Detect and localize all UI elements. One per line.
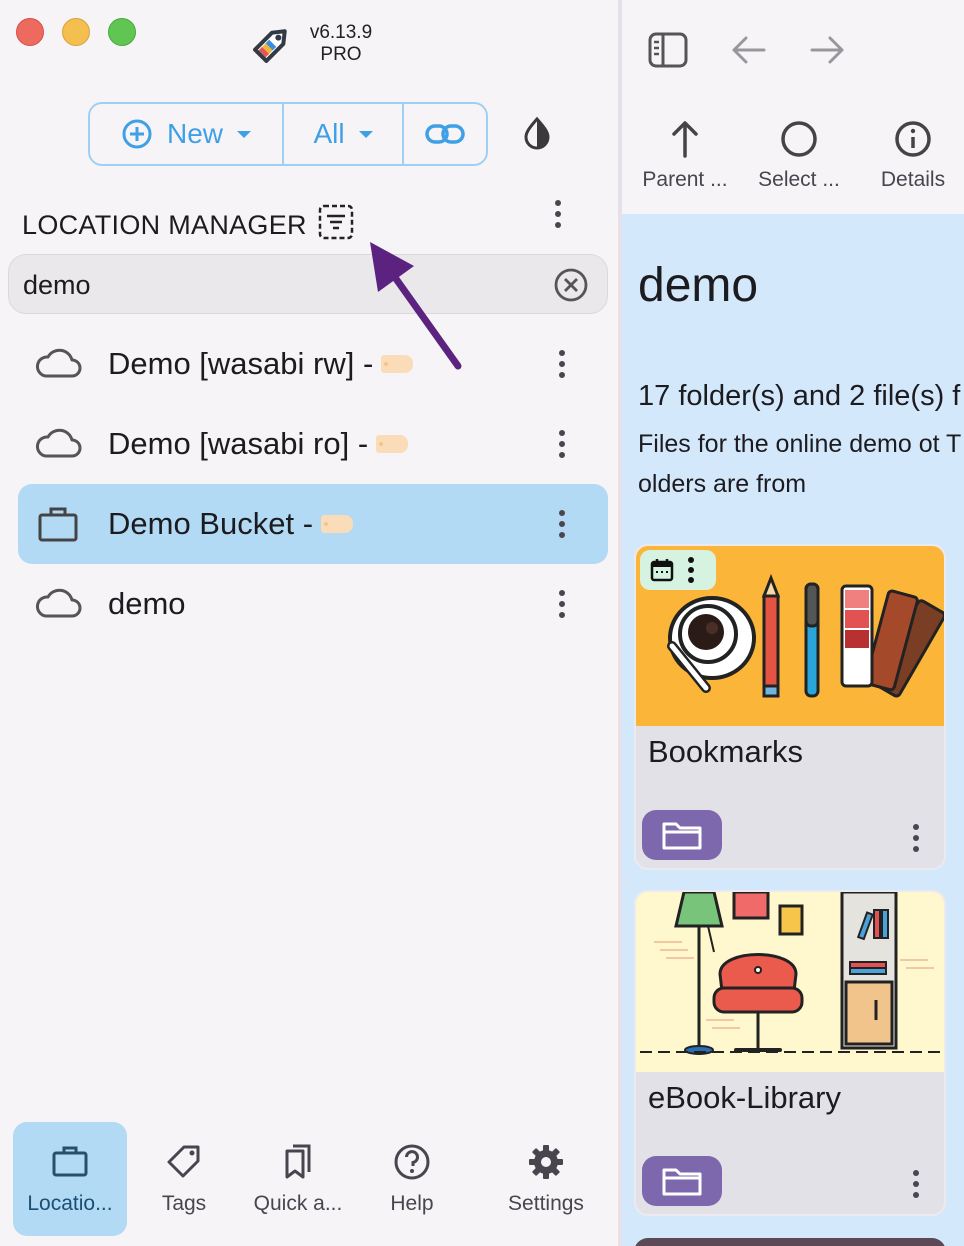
location-item-demo-wasabi-rw[interactable]: Demo [wasabi rw] - — [18, 324, 608, 404]
tag-icon — [376, 435, 409, 453]
nav-tags[interactable]: Tags — [134, 1122, 234, 1236]
gear-icon — [529, 1145, 563, 1179]
card-menu-button[interactable] — [904, 820, 928, 856]
ebook-library-thumbnail — [636, 892, 944, 1072]
location-label: Demo Bucket - — [108, 506, 354, 542]
bottom-navigation: Locatio... Tags Quick a... Help Settings — [0, 1118, 618, 1246]
parent-folder-button[interactable]: Parent ... — [630, 118, 740, 192]
calendar-icon — [650, 559, 674, 582]
clear-search-icon[interactable] — [553, 267, 589, 303]
location-item-demo-wasabi-ro[interactable]: Demo [wasabi ro] - — [18, 404, 608, 484]
folder-icon — [662, 1168, 702, 1196]
all-filter-button[interactable]: All — [282, 104, 402, 164]
open-folder-button[interactable] — [642, 1156, 722, 1206]
nav-label: Quick a... — [253, 1192, 343, 1215]
nav-label: Settings — [508, 1192, 584, 1215]
nav-help[interactable]: Help — [362, 1122, 462, 1236]
cloud-icon — [36, 348, 82, 378]
folder-title: demo — [638, 259, 759, 312]
tag-icon — [321, 515, 354, 533]
cloud-icon — [36, 588, 82, 618]
folder-card-bookmarks[interactable]: Bookmarks — [634, 544, 946, 870]
edition-label: PRO — [320, 44, 362, 65]
window-zoom-button[interactable] — [108, 18, 136, 46]
cloud-icon — [36, 428, 82, 458]
nav-settings[interactable]: Settings — [490, 1122, 602, 1236]
location-name: demo — [108, 586, 186, 621]
location-label: demo — [108, 586, 186, 622]
location-name: Demo [wasabi ro] - — [108, 426, 369, 461]
window-close-button[interactable] — [16, 18, 44, 46]
info-icon — [895, 121, 931, 157]
location-menu-button[interactable] — [550, 346, 574, 382]
new-button-label: New — [166, 118, 223, 149]
location-item-demo[interactable]: demo — [18, 564, 608, 644]
location-manager-panel: v6.13.9 PRO New All LOCATION MANAGER dem… — [0, 0, 618, 1246]
filter-icon[interactable] — [318, 204, 354, 240]
card-badge[interactable] — [640, 550, 716, 590]
sidebar-toggle-icon[interactable] — [646, 28, 690, 72]
chevron-down-icon — [237, 130, 251, 138]
new-button[interactable]: New — [90, 104, 282, 164]
folder-view-panel: Parent ... Select ... Details demo 17 fo… — [622, 0, 964, 1246]
bookmarks-icon — [285, 1144, 311, 1179]
location-menu-button[interactable] — [550, 506, 574, 542]
window-minimize-button[interactable] — [62, 18, 90, 46]
details-button[interactable]: Details — [858, 118, 964, 192]
circle-icon — [781, 121, 817, 157]
forward-arrow-icon[interactable] — [806, 28, 850, 72]
action-label: Parent ... — [642, 168, 728, 191]
folder-icon — [662, 822, 702, 850]
theme-toggle-icon[interactable] — [520, 116, 554, 150]
folder-card-partial[interactable] — [634, 1238, 946, 1246]
main-toolbar: New All — [88, 102, 488, 166]
app-version: v6.13.9 PRO — [300, 22, 382, 66]
all-filter-label: All — [313, 118, 345, 149]
briefcase-icon — [38, 507, 78, 542]
version-number: v6.13.9 — [309, 22, 373, 43]
nav-label: Locatio... — [27, 1192, 113, 1215]
location-search — [8, 254, 608, 314]
folder-stats: 17 folder(s) and 2 file(s) f — [638, 380, 961, 412]
card-badge-menu-icon — [686, 557, 696, 583]
location-manager-menu-button[interactable] — [546, 196, 570, 232]
link-icon — [425, 124, 465, 144]
nav-locations[interactable]: Locatio... — [13, 1122, 127, 1236]
open-link-button[interactable] — [402, 104, 486, 164]
back-arrow-icon[interactable] — [726, 28, 770, 72]
location-menu-button[interactable] — [550, 586, 574, 622]
help-icon — [394, 1144, 430, 1180]
action-label: Select ... — [758, 168, 840, 191]
folder-description: Files for the online demo ot T olders ar… — [638, 424, 964, 504]
card-name: eBook-Library — [648, 1080, 841, 1115]
location-manager-title: LOCATION MANAGER — [22, 210, 307, 240]
select-button[interactable]: Select ... — [744, 118, 854, 192]
folder-card-ebook-library[interactable]: eBook-Library — [634, 890, 946, 1216]
folder-description-line: olders are from — [638, 470, 807, 498]
add-circle-icon — [122, 119, 152, 149]
app-logo-icon — [253, 29, 287, 63]
nav-label: Tags — [161, 1192, 207, 1215]
card-menu-button[interactable] — [904, 1166, 928, 1202]
arrow-up-icon — [672, 121, 698, 158]
tag-icon — [167, 1145, 200, 1178]
nav-quick-access[interactable]: Quick a... — [240, 1122, 356, 1236]
location-name: Demo [wasabi rw] - — [108, 346, 374, 381]
location-item-demo-bucket[interactable]: Demo Bucket - — [18, 484, 608, 564]
location-label: Demo [wasabi ro] - — [108, 426, 409, 462]
action-label: Details — [880, 168, 946, 191]
card-name: Bookmarks — [648, 734, 804, 769]
location-menu-button[interactable] — [550, 426, 574, 462]
briefcase-icon — [52, 1146, 88, 1177]
annotation-arrow-icon — [370, 242, 462, 370]
folder-description-line: Files for the online demo ot T — [638, 430, 962, 458]
open-folder-button[interactable] — [642, 810, 722, 860]
nav-label: Help — [390, 1192, 434, 1215]
location-name: Demo Bucket - — [108, 506, 314, 541]
folder-view-header: Parent ... Select ... Details — [622, 0, 964, 214]
chevron-down-icon — [358, 130, 373, 138]
